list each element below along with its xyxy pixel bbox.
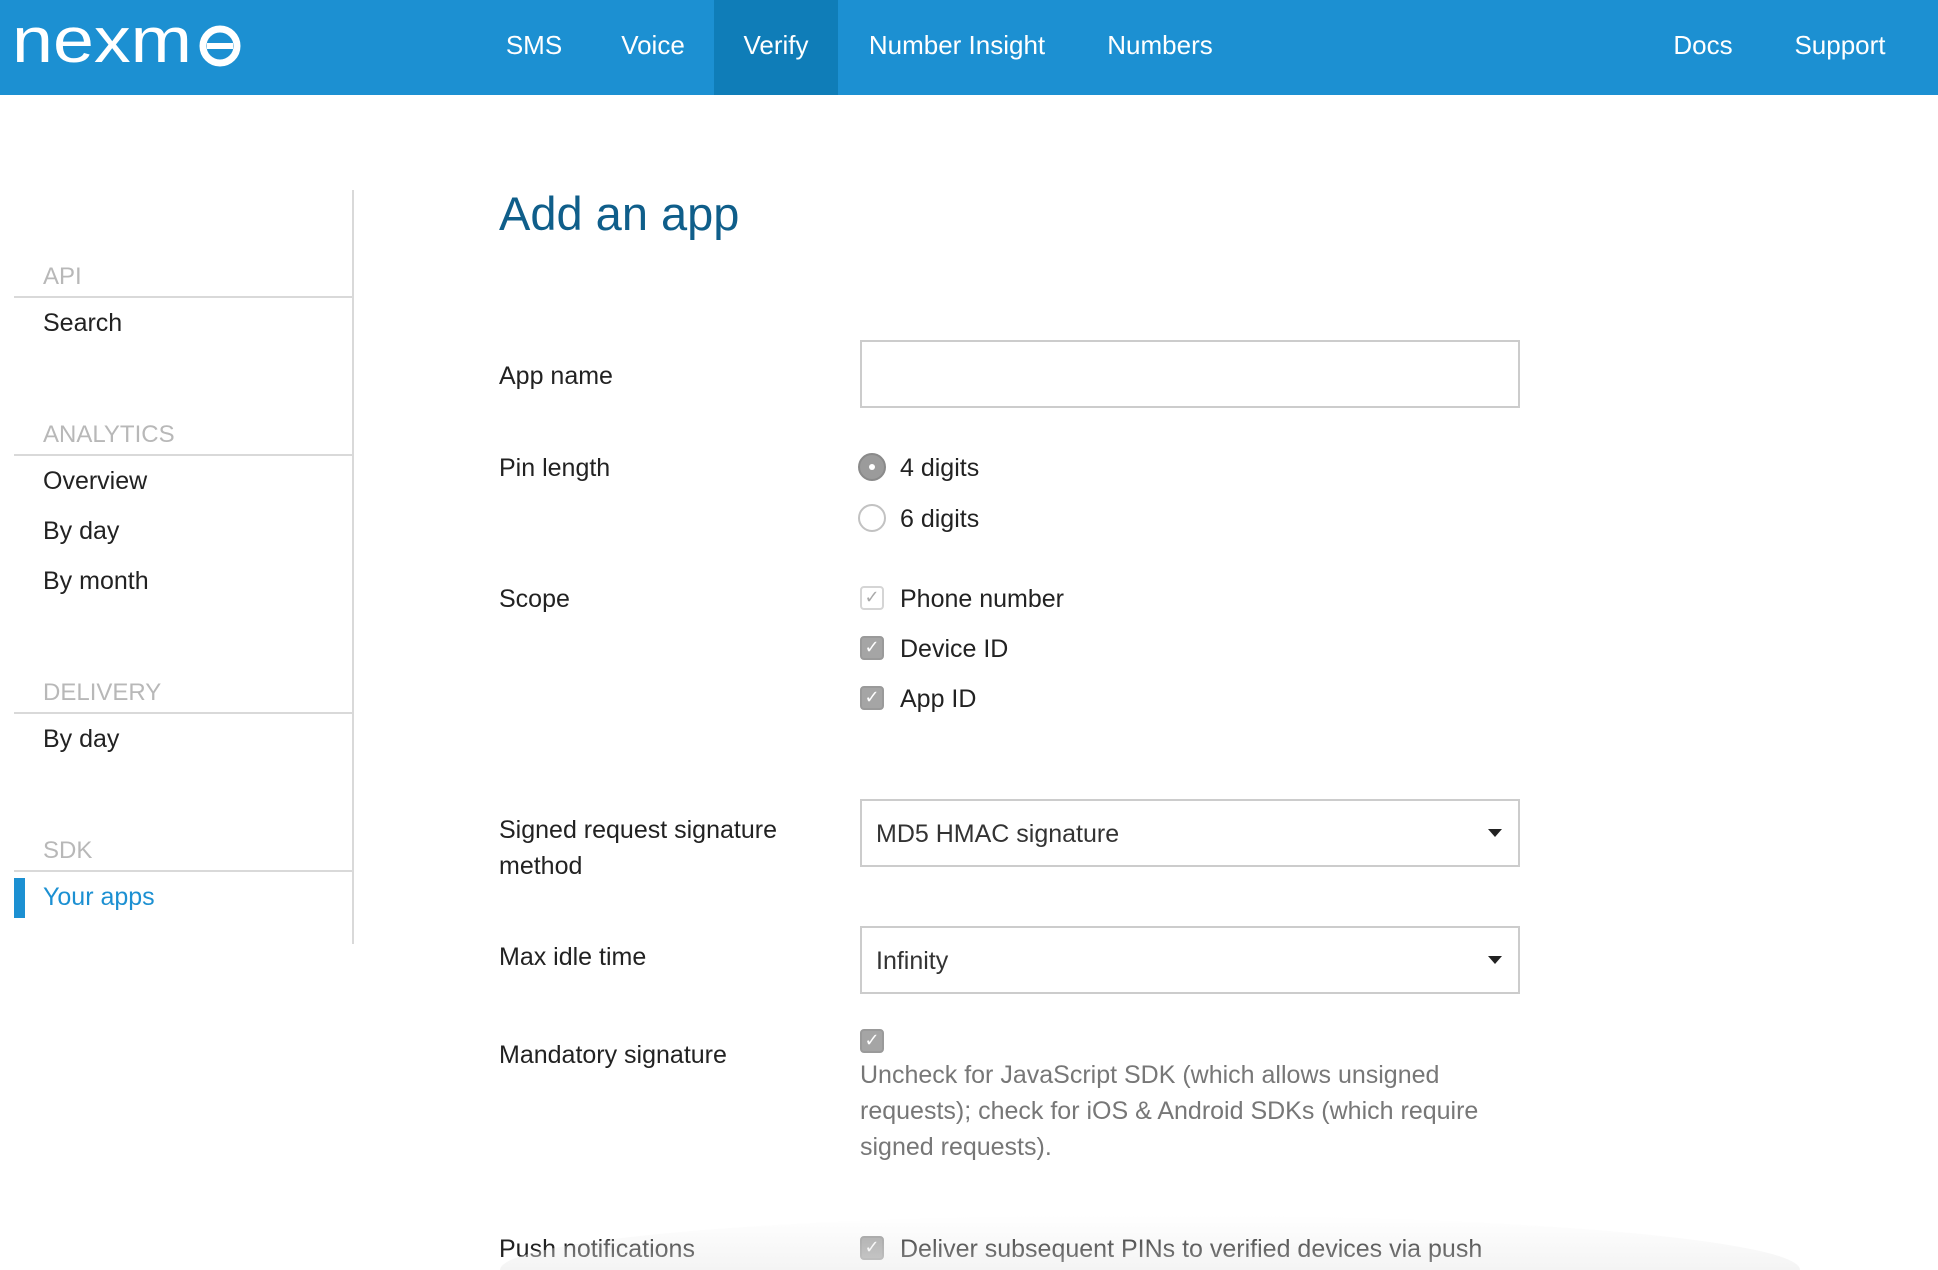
- nav-voice[interactable]: Voice: [592, 0, 714, 95]
- sidebar-heading-sdk: SDK: [14, 837, 354, 872]
- mandatory-signature-checkbox[interactable]: ✓: [860, 1029, 884, 1053]
- pin-length-4-digits-radio[interactable]: [858, 453, 886, 481]
- signature-method-select[interactable]: MD5 HMAC signature: [860, 799, 1520, 867]
- scope-app-id-checkbox[interactable]: ✓: [860, 686, 884, 710]
- sidebar-item-overview[interactable]: Overview: [14, 456, 354, 506]
- pin-length-label: Pin length: [499, 454, 611, 482]
- scope-label: Scope: [499, 585, 570, 613]
- push-notifications-option-label: Deliver subsequent PINs to verified devi…: [900, 1235, 1483, 1263]
- scope-app-id-label: App ID: [900, 685, 977, 713]
- svg-text:nexm: nexm: [12, 14, 192, 74]
- sidebar-heading-analytics: ANALYTICS: [14, 421, 354, 456]
- sidebar-section-analytics: ANALYTICS Overview By day By month: [14, 421, 354, 606]
- mandatory-signature-label: Mandatory signature: [499, 1041, 727, 1069]
- sidebar-item-delivery-by-day[interactable]: By day: [14, 714, 354, 764]
- chevron-down-icon: [1488, 956, 1502, 964]
- mandatory-signature-option[interactable]: ✓: [858, 1024, 892, 1060]
- push-notifications-checkbox[interactable]: ✓: [860, 1236, 884, 1260]
- app-name-input[interactable]: [860, 340, 1520, 408]
- max-idle-time-value: Infinity: [876, 947, 949, 975]
- nav-number-insight[interactable]: Number Insight: [838, 0, 1076, 95]
- scope-device-id-label: Device ID: [900, 635, 1009, 663]
- push-notifications-label: Push notifications: [499, 1235, 695, 1263]
- sidebar-item-by-month[interactable]: By month: [14, 556, 354, 606]
- max-idle-time-label: Max idle time: [499, 943, 647, 971]
- signature-method-label: Signed request signature method: [499, 816, 777, 880]
- nav-support[interactable]: Support: [1762, 0, 1918, 95]
- sidebar-item-your-apps[interactable]: Your apps: [14, 872, 354, 922]
- scope-device-id-checkbox[interactable]: ✓: [860, 636, 884, 660]
- top-nav-bar: nexm SMS Voice Verify Number Insight Num…: [0, 0, 1938, 95]
- chevron-down-icon: [1488, 829, 1502, 837]
- signature-method-value: MD5 HMAC signature: [876, 820, 1120, 848]
- sidebar-section-api: API Search: [14, 263, 354, 348]
- mandatory-signature-help-text: Uncheck for JavaScript SDK (which allows…: [860, 1061, 1479, 1161]
- sidebar-section-sdk: SDK Your apps: [14, 837, 354, 922]
- sidebar-item-search[interactable]: Search: [14, 298, 354, 348]
- scope-phone-number-checkbox[interactable]: ✓: [860, 586, 884, 610]
- sidebar-item-analytics-by-day[interactable]: By day: [14, 506, 354, 556]
- pin-length-6-digits-label: 6 digits: [900, 505, 980, 533]
- nav-numbers[interactable]: Numbers: [1076, 0, 1244, 95]
- sidebar: API Search ANALYTICS Overview By day By …: [14, 190, 354, 944]
- pin-length-4-digits-label: 4 digits: [900, 454, 980, 482]
- nav-sms[interactable]: SMS: [476, 0, 592, 95]
- pin-length-6-digits-radio[interactable]: [858, 504, 886, 532]
- nexmo-logo[interactable]: nexm: [12, 14, 246, 74]
- sidebar-heading-api: API: [14, 263, 354, 298]
- max-idle-time-select[interactable]: Infinity: [860, 926, 1520, 994]
- app-name-label: App name: [499, 362, 613, 390]
- nav-verify[interactable]: Verify: [714, 0, 838, 95]
- sidebar-section-delivery: DELIVERY By day: [14, 679, 354, 764]
- scope-phone-number-label: Phone number: [900, 585, 1065, 613]
- sidebar-heading-delivery: DELIVERY: [14, 679, 354, 714]
- page-title: Add an app: [499, 187, 740, 240]
- nav-docs[interactable]: Docs: [1644, 0, 1762, 95]
